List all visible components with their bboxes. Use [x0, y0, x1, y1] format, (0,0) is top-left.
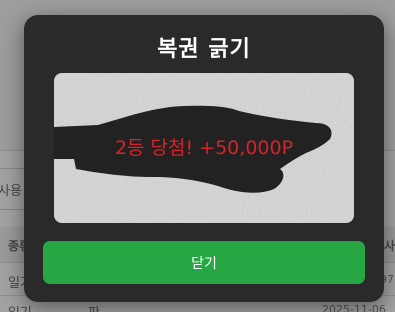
lottery-modal: 복권 긁기 2등 당첨! +50,000P 닫기: [24, 15, 384, 302]
scratch-card[interactable]: 2등 당첨! +50,000P: [54, 73, 354, 223]
modal-title: 복권 긁기: [157, 37, 251, 62]
close-button[interactable]: 닫기: [43, 241, 365, 284]
prize-result-text: 2등 당첨! +50,000P: [114, 137, 294, 159]
